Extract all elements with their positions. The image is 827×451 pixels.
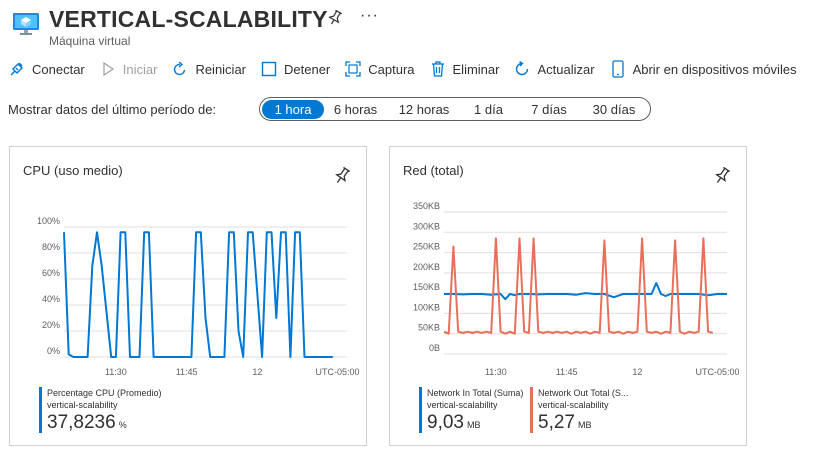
- page-title: VERTICAL-SCALABILITY: [49, 6, 328, 32]
- series-line: [444, 282, 727, 301]
- legend-unit: MB: [466, 420, 481, 430]
- legend-value: 37,8236%: [47, 412, 127, 434]
- x-tick-label: 11:45: [556, 367, 578, 377]
- refresh-icon: [513, 60, 531, 78]
- time-range-row: Mostrar datos del último período de: 1 h…: [8, 97, 820, 122]
- chart-legend-item[interactable]: Percentage CPU (Promedio) vertical-scala…: [39, 387, 239, 433]
- start-label: Iniciar: [122, 61, 158, 77]
- legend-metric-name: Network In Total (Suma): [427, 388, 524, 398]
- y-tick-label: 20%: [42, 320, 60, 330]
- time-range-option[interactable]: 1 hora: [262, 99, 324, 119]
- cpu-line-chart: 100% 80% 60% 40% 20% 0% 11:30 11:45 12 UTC-05:00: [37, 216, 360, 377]
- connect-button[interactable]: Conectar: [8, 60, 85, 78]
- series-line: [63, 231, 333, 358]
- y-tick-label: 60%: [42, 268, 60, 278]
- y-tick-label: 250KB: [413, 242, 440, 252]
- y-tick-label: 350KB: [413, 201, 440, 211]
- start-button[interactable]: Iniciar: [99, 60, 158, 78]
- capture-label: Captura: [368, 61, 415, 77]
- restart-button[interactable]: Reiniciar: [171, 60, 246, 78]
- y-tick-label: 300KB: [413, 221, 440, 231]
- legend-color-swatch: [419, 387, 422, 433]
- y-tick-label: 150KB: [413, 282, 440, 292]
- legend-resource-name: vertical-scalability: [538, 400, 609, 410]
- legend-metric-name: Network Out Total (S...: [538, 388, 629, 398]
- y-tick-label: 80%: [42, 242, 60, 252]
- trash-icon: [429, 60, 447, 78]
- resource-type: Máquina virtual: [49, 34, 131, 48]
- stop-label: Detener: [284, 61, 331, 77]
- y-tick-label: 200KB: [413, 262, 440, 272]
- legend-value: 9,03 MB: [427, 412, 480, 434]
- restart-label: Reiniciar: [195, 61, 247, 77]
- legend-value-number: 5,27: [538, 412, 575, 433]
- legend-unit: MB: [577, 420, 592, 430]
- capture-icon: [344, 60, 362, 78]
- time-range-option[interactable]: 6 horas: [324, 100, 387, 119]
- stop-button[interactable]: Detener: [260, 60, 330, 78]
- time-range-selector: 1 hora 6 horas 12 horas 1 día 7 días 30 …: [259, 97, 651, 121]
- pin-icon[interactable]: [328, 10, 342, 26]
- network-metric-card[interactable]: Red (total) 350KB 300KB 250KB 200KB 150KB 100…: [389, 146, 747, 446]
- legend-resource-name: vertical-scalability: [47, 400, 118, 410]
- delete-button[interactable]: Eliminar: [429, 60, 500, 78]
- x-tick-label: 12: [252, 367, 262, 377]
- legend-value: 5,27 MB: [538, 412, 591, 434]
- plug-icon: [8, 60, 26, 78]
- more-options-button[interactable]: ···: [360, 7, 379, 25]
- connect-label: Conectar: [32, 61, 85, 77]
- stop-icon: [260, 60, 278, 78]
- x-tick-label: 11:30: [485, 367, 507, 377]
- open-mobile-label: Abrir en dispositivos móviles: [632, 61, 797, 77]
- resource-header: VERTICAL-SCALABILITY Máquina virtual ···: [8, 4, 818, 50]
- refresh-label: Actualizar: [537, 61, 595, 77]
- refresh-button[interactable]: Actualizar: [513, 60, 595, 78]
- time-range-option[interactable]: 1 día: [461, 100, 516, 119]
- x-tick-label: UTC-05:00: [316, 367, 360, 377]
- y-tick-label: 0B: [429, 343, 440, 353]
- time-range-option[interactable]: 30 días: [582, 100, 646, 119]
- time-range-option[interactable]: 7 días: [516, 100, 582, 119]
- legend-resource-name: vertical-scalability: [427, 400, 498, 410]
- capture-button[interactable]: Captura: [344, 60, 415, 78]
- open-mobile-button[interactable]: Abrir en dispositivos móviles: [609, 60, 797, 78]
- cpu-metric-card[interactable]: CPU (uso medio) 100% 80% 60% 40% 20% 0% 11:30 1…: [9, 146, 367, 446]
- y-tick-label: 100%: [37, 216, 60, 226]
- y-tick-label: 50KB: [418, 323, 440, 333]
- x-tick-label: 11:45: [176, 367, 198, 377]
- chart-legend-item[interactable]: Network Out Total (S... vertical-scalabi…: [530, 387, 640, 433]
- chart-legend-item[interactable]: Network In Total (Suma) vertical-scalabi…: [419, 387, 527, 433]
- y-tick-label: 0%: [47, 346, 60, 356]
- mobile-icon: [609, 60, 627, 78]
- legend-value-number: 9,03: [427, 412, 464, 433]
- time-range-label: Mostrar datos del último período de:: [8, 102, 217, 117]
- time-range-option[interactable]: 12 horas: [387, 100, 461, 119]
- x-tick-label: 12: [632, 367, 642, 377]
- network-line-chart: 350KB 300KB 250KB 200KB 150KB 100KB 50KB 0B 11:3…: [413, 201, 740, 377]
- play-icon: [99, 60, 117, 78]
- virtual-machine-icon: [13, 13, 39, 35]
- legend-color-swatch: [530, 387, 533, 433]
- restart-icon: [171, 60, 189, 78]
- legend-color-swatch: [39, 387, 42, 433]
- legend-metric-name: Percentage CPU (Promedio): [47, 388, 162, 398]
- command-bar: Conectar Iniciar Reiniciar Detener Captu…: [8, 56, 820, 82]
- x-tick-label: 11:30: [105, 367, 127, 377]
- y-tick-label: 40%: [42, 294, 60, 304]
- legend-unit: %: [118, 420, 127, 430]
- y-tick-label: 100KB: [413, 302, 440, 312]
- x-tick-label: UTC-05:00: [696, 367, 740, 377]
- delete-label: Eliminar: [452, 61, 500, 77]
- legend-value-number: 37,8236: [47, 412, 116, 433]
